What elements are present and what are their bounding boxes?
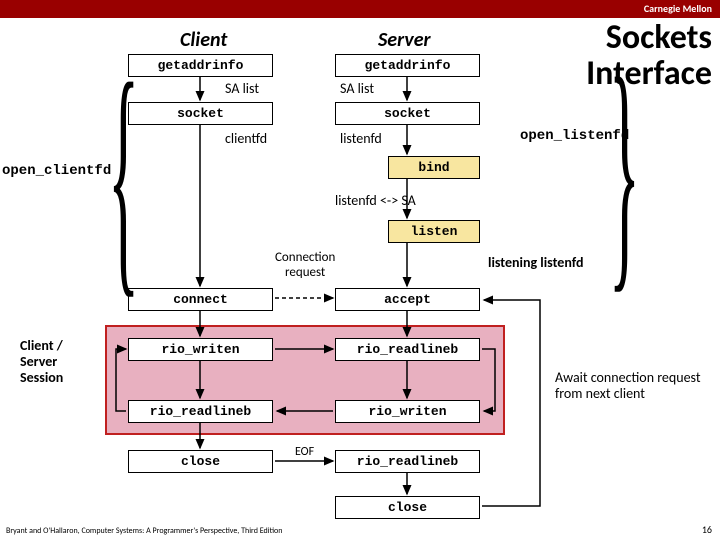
server-accept-box: accept	[335, 288, 480, 311]
server-rio-readlineb2-box: rio_readlineb	[335, 450, 480, 473]
client-rio-readlineb-box: rio_readlineb	[128, 400, 273, 423]
await-label: Await connection request from next clien…	[555, 370, 705, 402]
client-getaddrinfo-box: getaddrinfo	[128, 54, 273, 77]
top-bar: Carnegie Mellon	[0, 0, 720, 18]
client-close-box: close	[128, 450, 273, 473]
session-label: Client / Server Session	[20, 338, 63, 386]
listenfd-sa-label: listenfd <-> SA	[335, 192, 416, 209]
sa-list-server-label: SA list	[340, 80, 374, 97]
footer-text: Bryant and O'Hallaron, Computer Systems:…	[6, 526, 282, 536]
client-rio-writen-box: rio_writen	[128, 338, 273, 361]
client-header: Client	[180, 28, 227, 52]
connection-request-label: Connection request	[275, 250, 335, 280]
server-getaddrinfo-box: getaddrinfo	[335, 54, 480, 77]
server-rio-readlineb-box: rio_readlineb	[335, 338, 480, 361]
title-line2: Interface	[586, 53, 712, 94]
server-header: Server	[378, 28, 431, 52]
client-socket-box: socket	[128, 102, 273, 125]
clientfd-label: clientfd	[225, 130, 267, 147]
listenfd-label: listenfd	[340, 130, 382, 147]
server-close-box: close	[335, 496, 480, 519]
listening-listenfd-label: listening listenfd	[488, 254, 583, 271]
branding: Carnegie Mellon	[644, 2, 712, 15]
server-rio-writen-box: rio_writen	[335, 400, 480, 423]
page-number: 16	[702, 523, 712, 536]
slide-title: Sockets Interface	[586, 20, 712, 91]
open-clientfd-label: open_clientfd	[2, 163, 111, 179]
server-listen-box: listen	[388, 220, 480, 243]
server-socket-box: socket	[335, 102, 480, 125]
client-connect-box: connect	[128, 288, 273, 311]
eof-label: EOF	[295, 445, 314, 459]
sa-list-client-label: SA list	[225, 80, 259, 97]
server-bind-box: bind	[388, 156, 480, 179]
